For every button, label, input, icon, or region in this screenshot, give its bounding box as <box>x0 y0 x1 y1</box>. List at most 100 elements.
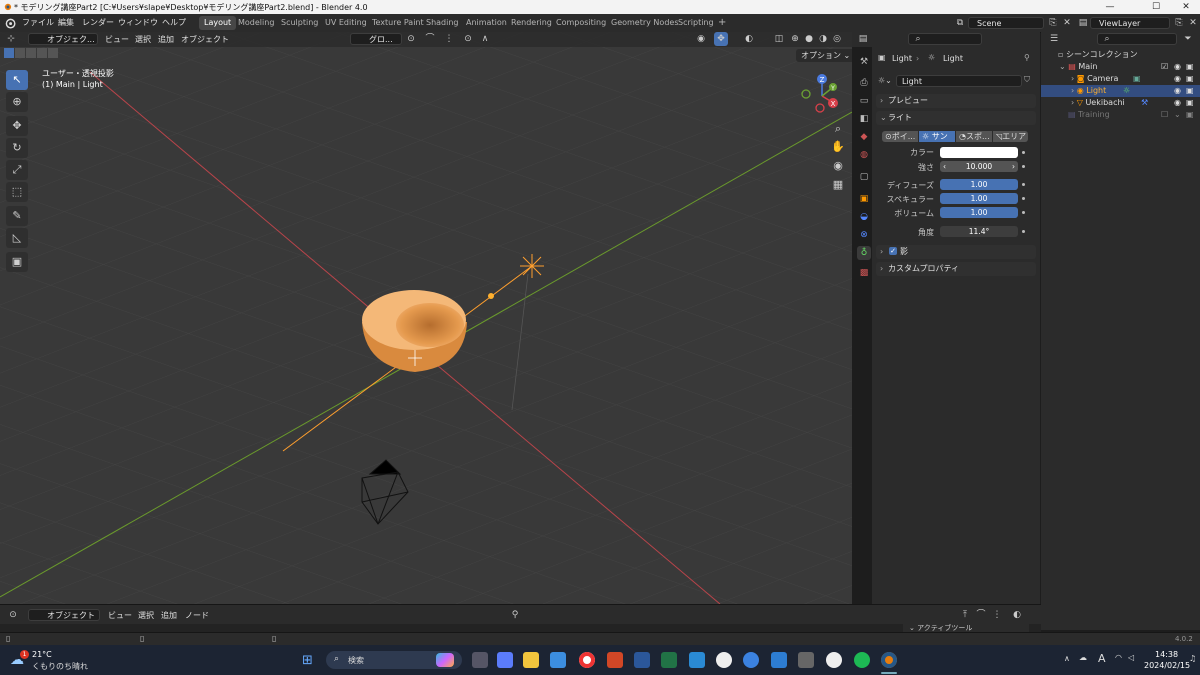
eye-icon[interactable]: ◉ <box>1174 73 1181 85</box>
outliner-item-camera[interactable]: › ◙ Camera ▣ ◉ ▣ <box>1041 73 1200 85</box>
viewport-menu-select[interactable]: 選択 <box>135 34 151 45</box>
camera-render-icon[interactable]: ▣ <box>1186 109 1194 121</box>
parent-node-tree-icon[interactable]: ⤒ <box>958 608 972 622</box>
orthographic-toggle-icon[interactable]: ▦ <box>829 176 847 194</box>
windows-start-icon[interactable]: ⊞ <box>302 653 313 668</box>
strength-field[interactable]: ‹ 10.000 › <box>940 161 1018 172</box>
tab-rendering[interactable]: Rendering <box>506 16 557 30</box>
camera-render-icon[interactable]: ▣ <box>1186 61 1194 73</box>
bottom-editor-area[interactable] <box>0 624 1041 632</box>
viewport-options-button[interactable]: オプション ⌄ <box>796 49 856 62</box>
maximize-button[interactable]: ☐ <box>1142 0 1170 14</box>
shading-rendered-icon[interactable]: ◎ <box>830 32 844 46</box>
select-mode-subtract-icon[interactable] <box>26 48 36 58</box>
camera-render-icon[interactable]: ▣ <box>1186 85 1194 97</box>
spotify-icon[interactable] <box>854 652 870 668</box>
tab-modifiers-icon[interactable]: ◒ <box>857 210 871 224</box>
active-tool-panel[interactable]: ⌄ アクティブツール <box>903 624 1029 632</box>
tool-measure[interactable]: ◺ <box>6 228 28 248</box>
transform-orientation-selector[interactable]: グロ... <box>350 33 402 45</box>
specular-slider[interactable]: 1.00 <box>940 193 1018 204</box>
light-type-point[interactable]: ⊙ポイ... <box>882 131 918 142</box>
delete-view-layer-icon[interactable]: ✕ <box>1186 16 1200 30</box>
chevron-up-icon[interactable]: ∧ <box>1064 654 1070 663</box>
tool-annotate[interactable]: ✎ <box>6 206 28 226</box>
tool-select-box[interactable]: ↖ <box>6 70 28 90</box>
tab-collection-icon[interactable]: ▢ <box>857 170 871 184</box>
tool-scale[interactable]: ⤢ <box>6 160 28 180</box>
gizmo-toggle-icon[interactable]: ✥ <box>714 32 728 46</box>
delete-scene-icon[interactable]: ✕ <box>1060 16 1074 30</box>
clock-date[interactable]: 2024/02/15 <box>1144 661 1190 670</box>
tool-add-cube[interactable]: ▣ <box>6 252 28 272</box>
outliner-editor-type-icon[interactable]: ☰ <box>1047 32 1061 46</box>
menu-render[interactable]: レンダー <box>82 17 114 28</box>
tab-animation[interactable]: Animation <box>461 16 512 30</box>
select-mode-extend-icon[interactable] <box>15 48 25 58</box>
tool-cursor[interactable]: ⊕ <box>6 92 28 112</box>
outliner-item-light[interactable]: › ◉ Light ☼ ◉ ▣ <box>1041 85 1200 97</box>
viewport-menu-object[interactable]: オブジェクト <box>181 34 229 45</box>
checkbox-icon[interactable]: ☐ <box>1161 109 1168 121</box>
eye-icon[interactable]: ◉ <box>1174 85 1181 97</box>
tab-geometry-nodes[interactable]: Geometry Nodes <box>606 16 683 30</box>
tab-world-icon[interactable]: ◍ <box>857 148 871 162</box>
eye-icon[interactable]: ◉ <box>1174 61 1181 73</box>
paint-icon[interactable] <box>826 652 842 668</box>
overlay-toggle-icon[interactable]: ◐ <box>1010 608 1024 622</box>
tab-texture-icon[interactable]: ▩ <box>857 266 871 280</box>
scene-icon[interactable]: ⧉ <box>953 16 967 30</box>
new-view-layer-icon[interactable]: ⎘ <box>1172 16 1186 30</box>
tab-render-icon[interactable]: ⎙ <box>857 76 871 90</box>
light-type-sun[interactable]: ☼ サン <box>919 131 955 142</box>
keyframe-dot-icon[interactable] <box>1022 197 1025 200</box>
task-view-icon[interactable] <box>472 652 488 668</box>
navigation-gizmo[interactable]: Z X Y <box>800 72 844 116</box>
camera-view-icon[interactable]: ◉ <box>829 157 847 175</box>
tab-layout[interactable]: Layout <box>199 16 237 30</box>
taskbar-search-box[interactable]: ⌕ 検索 <box>326 651 462 669</box>
tab-constraints-icon[interactable]: ⊗ <box>857 228 871 242</box>
outliner-item-training[interactable]: ▤ Training ☐ ⌄ ▣ <box>1041 109 1200 121</box>
light-type-spot[interactable]: ◔スポ... <box>956 131 992 142</box>
editor-type-icon[interactable]: ⊹ <box>4 32 18 46</box>
select-mode-new-icon[interactable] <box>4 48 14 58</box>
keyframe-dot-icon[interactable] <box>1022 165 1025 168</box>
panel-shadow-header[interactable]: 影 <box>876 245 1036 259</box>
falloff-icon[interactable]: ∧ <box>478 32 492 46</box>
camera-render-icon[interactable]: ▣ <box>1186 97 1194 109</box>
snap-target-icon[interactable]: ⋮ <box>990 608 1004 622</box>
light-handle-dot[interactable] <box>488 293 494 299</box>
tab-texture-paint[interactable]: Texture Paint <box>367 16 429 30</box>
pin-icon[interactable]: ⚲ <box>1024 53 1030 62</box>
angle-field[interactable]: 11.4° <box>940 226 1018 237</box>
visibility-icon[interactable]: ◉ <box>694 32 708 46</box>
color-swatch[interactable] <box>940 147 1018 158</box>
light-datablock-name[interactable]: Light <box>896 75 1022 87</box>
minimize-button[interactable]: — <box>1096 0 1124 14</box>
menu-file[interactable]: ファイル <box>22 17 54 28</box>
tool-transform[interactable]: ⬚ <box>6 182 28 202</box>
blender-menu-icon[interactable] <box>4 17 16 29</box>
file-explorer-icon[interactable] <box>523 652 539 668</box>
bottom-menu-select[interactable]: 選択 <box>138 610 154 621</box>
xray-icon[interactable]: ◫ <box>772 32 786 46</box>
properties-editor-type-icon[interactable]: ▤ <box>856 32 870 46</box>
download-icon[interactable] <box>771 652 787 668</box>
keyframe-dot-icon[interactable] <box>1022 211 1025 214</box>
menu-edit[interactable]: 編集 <box>58 17 74 28</box>
tab-view-layer-icon[interactable]: ◧ <box>857 112 871 126</box>
view-layer-selector[interactable]: ViewLayer <box>1090 17 1170 29</box>
mode-selector[interactable]: オブジェク... <box>28 33 98 45</box>
add-workspace-button[interactable]: + <box>713 16 731 30</box>
diffuse-slider[interactable]: 1.00 <box>940 179 1018 190</box>
sun-light-object[interactable] <box>520 254 544 278</box>
panel-custom-props-header[interactable]: カスタムプロパティ <box>876 262 1036 276</box>
shading-wireframe-icon[interactable]: ⊕ <box>788 32 802 46</box>
tab-compositing[interactable]: Compositing <box>551 16 611 30</box>
outliner-item-main[interactable]: ⌄ ▤ Main ☑ ◉ ▣ <box>1041 61 1200 73</box>
volume-slider[interactable]: 1.00 <box>940 207 1018 218</box>
outliner-scene-collection[interactable]: ▫ シーンコレクション <box>1041 49 1200 61</box>
editor-type-icon[interactable]: ⊙ <box>6 608 20 622</box>
panel-light-header[interactable]: ライト <box>876 111 1036 125</box>
